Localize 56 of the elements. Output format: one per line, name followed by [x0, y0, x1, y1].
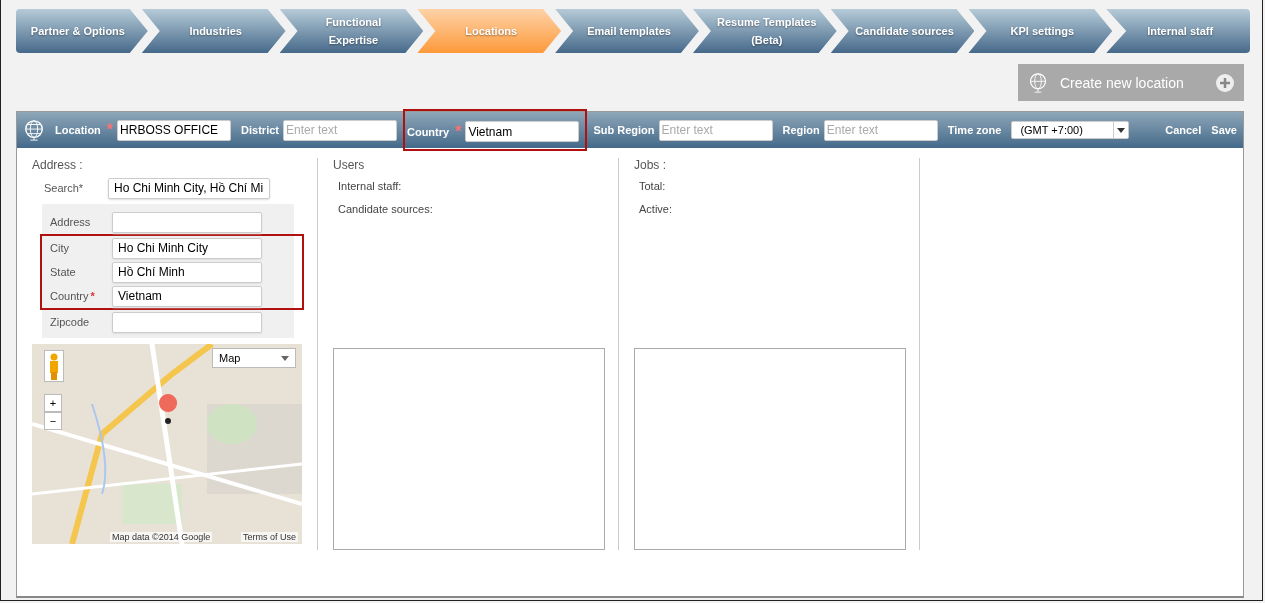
- caret-icon: [1117, 127, 1126, 133]
- info-label: Total:: [639, 180, 667, 194]
- plus-icon: [1216, 73, 1234, 92]
- text-field[interactable]: Enter text: [283, 119, 397, 141]
- action-link[interactable]: Cancel: [1165, 124, 1202, 136]
- caret-icon: [281, 355, 289, 361]
- info-label: Candidate sources:: [338, 203, 434, 217]
- field-label: Time zone: [947, 124, 1002, 136]
- section-title: Address :: [32, 158, 84, 172]
- field-label: Search*: [44, 182, 85, 194]
- step-tab[interactable]: Internal staff: [1106, 9, 1251, 53]
- section-title: Users: [333, 158, 366, 172]
- text-field[interactable]: [112, 211, 262, 233]
- field-label: State: [50, 266, 76, 278]
- timezone-select[interactable]: (GMT +7:00): [1011, 121, 1130, 139]
- text-field[interactable]: Ho Chi Minh City: [112, 237, 262, 259]
- field-label: Region: [782, 124, 820, 136]
- info-label: Active:: [639, 203, 673, 217]
- action-link[interactable]: Save: [1211, 124, 1237, 136]
- terms-link[interactable]: Terms of Use: [241, 532, 298, 542]
- required-mark: *: [455, 122, 462, 141]
- section-title: Jobs :: [634, 158, 667, 172]
- field-label: Sub Region: [593, 124, 655, 136]
- person-icon: [44, 350, 64, 382]
- text-field[interactable]: Enter text: [823, 119, 938, 141]
- text-field[interactable]: Hồ Chí Minh: [112, 261, 262, 283]
- field-label: District: [241, 124, 279, 136]
- step-tab[interactable]: Candidate sources: [830, 9, 975, 53]
- map-type-select[interactable]: Map: [212, 348, 296, 368]
- zoom-in-button[interactable]: +: [44, 394, 62, 412]
- step-tab[interactable]: Email templates: [555, 9, 699, 53]
- step-tab[interactable]: KPI settings: [968, 9, 1113, 53]
- text-field[interactable]: Vietnam: [465, 121, 580, 142]
- required-mark: *: [90, 290, 95, 302]
- step-tab[interactable]: Functional Expertise: [279, 9, 424, 53]
- step-tab[interactable]: Resume Templates (Beta): [692, 9, 837, 53]
- field-label: Zipcode: [50, 316, 90, 328]
- field-label: Location: [55, 124, 101, 136]
- create-location-button[interactable]: Create new location: [1018, 64, 1244, 101]
- info-label: Internal staff:: [338, 180, 403, 194]
- text-field[interactable]: Vietnam: [112, 285, 262, 307]
- search-field[interactable]: Ho Chi Minh City, Hồ Chí Mi: [108, 177, 270, 199]
- field-label: Country: [407, 125, 450, 138]
- field-label: Country: [50, 290, 89, 302]
- step-tab[interactable]: Industries: [141, 9, 286, 53]
- globe-icon: [23, 119, 45, 141]
- map-attribution: Map data ©2014 Google: [110, 532, 213, 542]
- text-field[interactable]: [112, 311, 262, 333]
- zoom-out-button[interactable]: −: [44, 412, 62, 430]
- required-mark: *: [106, 121, 114, 139]
- field-label: City: [50, 242, 69, 254]
- text-field[interactable]: Enter text: [658, 119, 773, 141]
- step-tab[interactable]: Partner & Options: [16, 9, 148, 53]
- field-label: Address: [50, 216, 91, 228]
- text-field[interactable]: HRBOSS OFFICE: [117, 119, 232, 141]
- globe-icon: [1028, 71, 1048, 94]
